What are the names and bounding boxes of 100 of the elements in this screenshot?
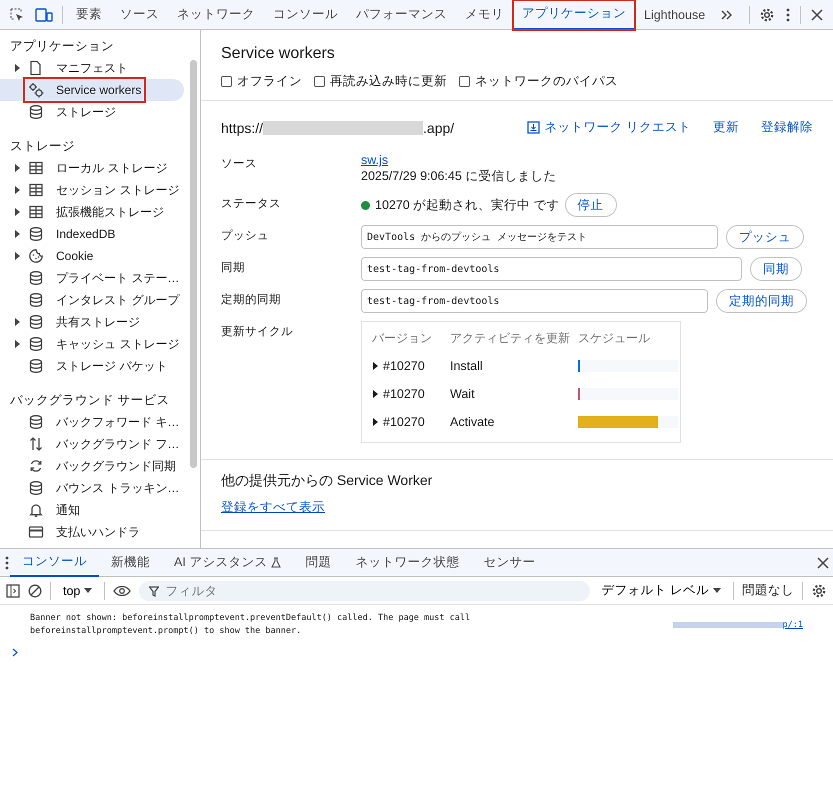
more-menu-icon[interactable] <box>785 6 791 22</box>
checkbox[interactable] <box>314 76 325 87</box>
panel-tab[interactable]: パフォーマンス <box>347 0 456 30</box>
sidebar-item-label[interactable]: IndexedDB <box>56 227 116 241</box>
drawer-tab[interactable]: コンソール <box>10 548 99 576</box>
sidebar-item-label[interactable]: インタレスト グループ <box>56 292 180 308</box>
sidebar-item-label[interactable]: バックフォワード キ… <box>56 414 180 430</box>
action-button[interactable]: 同期 <box>750 257 802 281</box>
panel-tab[interactable]: アプリケーション <box>513 0 635 30</box>
sidebar-item-label[interactable]: バックグラウンド同期 <box>56 458 176 474</box>
expand-arrow-icon[interactable] <box>14 318 20 326</box>
panel-tab[interactable]: Lighthouse <box>635 0 714 30</box>
drawer-tab[interactable]: AI アシスタンス <box>162 548 294 576</box>
sidebar-item-label[interactable]: 共有ストレージ <box>56 314 140 330</box>
sidebar-item-label[interactable]: プライベート ステー… <box>56 270 180 286</box>
source-link[interactable]: p/:1 <box>672 612 803 638</box>
sidebar-item[interactable]: プライベート ステー… <box>0 267 184 289</box>
context-dropdown[interactable]: top <box>59 584 96 598</box>
field-label: ステータス <box>221 197 282 212</box>
database-icon <box>28 314 44 330</box>
panel-tab[interactable]: ソース <box>111 0 168 30</box>
levels-dropdown[interactable]: デフォルト レベル <box>598 582 725 599</box>
inspect-icon[interactable] <box>9 6 25 22</box>
text-field[interactable]: test-tag-from-devtools <box>361 289 708 313</box>
expand-arrow-icon[interactable] <box>14 164 20 172</box>
checkbox-label[interactable]: 再読み込み時に更新 <box>330 73 447 90</box>
sidebar-item-label[interactable]: セッション ストレージ <box>56 182 180 198</box>
clear-icon[interactable] <box>28 584 42 598</box>
sidebar-item[interactable]: IndexedDB <box>0 223 184 245</box>
text-field[interactable]: DevTools からのプッシュ メッセージをテスト <box>361 225 718 249</box>
sidebar-item[interactable]: バックグラウンド フ… <box>0 433 184 455</box>
sidebar-item-label[interactable]: キャッシュ ストレージ <box>56 336 180 352</box>
sidebar-item-label[interactable]: マニフェスト <box>56 60 128 76</box>
text-field[interactable]: test-tag-from-devtools <box>361 257 742 281</box>
sidebar-item-label[interactable]: Cookie <box>56 249 94 263</box>
sidebar-item[interactable]: 拡張機能ストレージ <box>0 201 184 223</box>
sidebar-item[interactable]: バックグラウンド同期 <box>0 455 184 477</box>
show-all-link[interactable]: 登録をすべて表示 <box>221 500 325 514</box>
sidebar-item[interactable]: キャッシュ ストレージ <box>0 333 184 355</box>
panel-tab[interactable]: ネットワーク <box>168 0 264 30</box>
expand-arrow-icon[interactable] <box>14 186 20 194</box>
sidebar-toggle-icon[interactable] <box>6 584 20 598</box>
sidebar-item-label[interactable]: ストレージ <box>56 104 116 120</box>
sidebar-item-label[interactable]: ストレージ バケット <box>56 358 168 374</box>
sidebar-item[interactable]: マニフェスト <box>0 57 184 79</box>
sidebar-item[interactable]: バックフォワード キ… <box>0 411 184 433</box>
drawer-tab[interactable]: ネットワーク状態 <box>343 548 472 576</box>
action-button[interactable]: 定期的同期 <box>716 289 807 313</box>
sidebar-item[interactable]: ストレージ <box>0 101 184 123</box>
drawer-tab[interactable]: 問題 <box>293 548 344 576</box>
expand-arrow-icon[interactable] <box>14 252 20 260</box>
stop-button[interactable]: 停止 <box>564 193 617 217</box>
checkbox-label[interactable]: ネットワークのバイパス <box>475 73 618 90</box>
drawer-tab[interactable]: 新機能 <box>99 548 162 576</box>
filter-field[interactable]: フィルタ <box>139 580 590 600</box>
sidebar-item[interactable]: 通知 <box>0 499 184 521</box>
sidebar-item-label[interactable]: バックグラウンド フ… <box>56 436 180 452</box>
sidebar-item[interactable]: インタレスト グループ <box>0 289 184 311</box>
close-icon[interactable] <box>810 8 824 22</box>
expand-arrow-icon[interactable] <box>14 64 20 72</box>
network-requests-link[interactable]: ネットワーク リクエスト <box>526 119 691 136</box>
sidebar-item[interactable]: ローカル ストレージ <box>0 157 184 179</box>
expand-arrow-icon[interactable] <box>372 362 378 370</box>
expand-arrow-icon[interactable] <box>372 418 378 426</box>
device-toolbar-icon[interactable] <box>35 6 53 22</box>
sidebar-item[interactable]: 支払いハンドラ <box>0 521 184 543</box>
sidebar-item[interactable]: セッション ストレージ <box>0 179 184 201</box>
settings-icon[interactable] <box>811 582 827 598</box>
eye-icon[interactable] <box>113 584 132 596</box>
sidebar-item[interactable]: 共有ストレージ <box>0 311 184 333</box>
sidebar-item-label[interactable]: 拡張機能ストレージ <box>56 204 164 220</box>
expand-arrow-icon[interactable] <box>372 390 378 398</box>
sidebar-item[interactable]: ストレージ バケット <box>0 355 184 377</box>
settings-icon[interactable] <box>759 6 775 22</box>
source-link[interactable]: sw.js <box>361 153 813 167</box>
panel-tab[interactable]: 要素 <box>67 0 111 30</box>
sidebar-item-label[interactable]: 支払いハンドラ <box>56 524 140 540</box>
sidebar-item-label[interactable]: 通知 <box>56 502 80 518</box>
expand-arrow-icon[interactable] <box>14 230 20 238</box>
sidebar-item[interactable]: Service workers <box>0 79 184 101</box>
sidebar-item[interactable]: Cookie <box>0 245 184 267</box>
more-menu-icon[interactable] <box>4 554 10 570</box>
issues-count[interactable]: 問題なし <box>742 582 794 599</box>
action-button[interactable]: プッシュ <box>726 225 804 249</box>
sidebar-item-label[interactable]: バウンス トラッキン… <box>56 480 180 496</box>
panel-tab[interactable]: メモリ <box>456 0 513 30</box>
action-link[interactable]: 登録解除 <box>761 119 813 136</box>
sidebar-item-label[interactable]: ローカル ストレージ <box>56 160 168 176</box>
checkbox[interactable] <box>459 76 470 87</box>
close-icon[interactable] <box>817 556 829 568</box>
panel-tab[interactable]: コンソール <box>264 0 347 30</box>
sidebar-item[interactable]: バウンス トラッキン… <box>0 477 184 499</box>
sidebar-item-label[interactable]: Service workers <box>56 83 142 97</box>
expand-arrow-icon[interactable] <box>14 208 20 216</box>
checkbox[interactable] <box>221 76 232 87</box>
action-link[interactable]: 更新 <box>713 119 739 136</box>
scrollbar-thumb[interactable] <box>190 60 197 468</box>
expand-arrow-icon[interactable] <box>14 340 20 348</box>
checkbox-label[interactable]: オフライン <box>237 73 302 90</box>
drawer-tab[interactable]: センサー <box>471 548 548 576</box>
